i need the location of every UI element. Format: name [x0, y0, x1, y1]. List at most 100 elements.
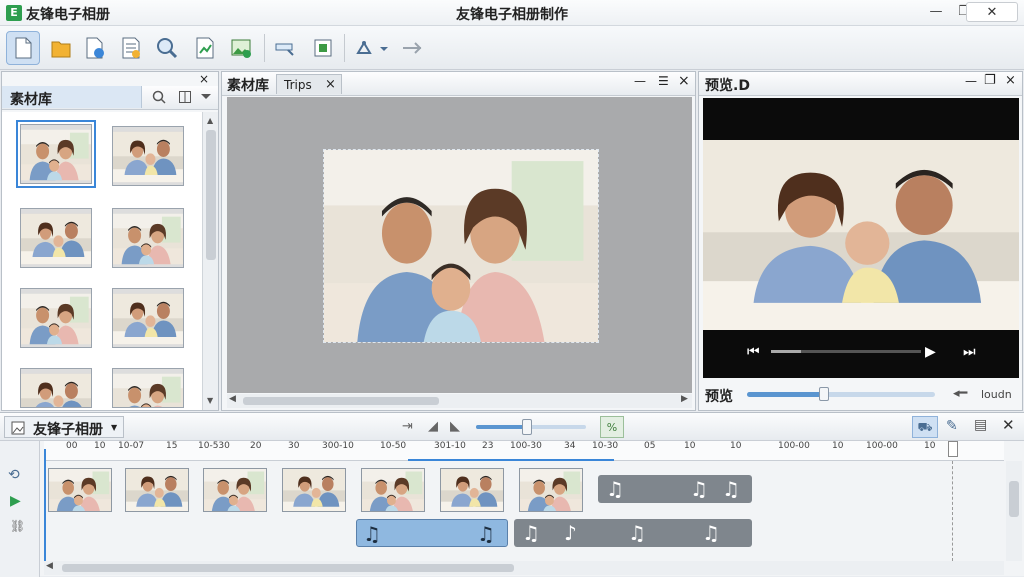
timeline-zoom-slider[interactable] — [476, 419, 586, 435]
scrollbar-thumb[interactable] — [243, 397, 439, 405]
tab-close-icon[interactable]: × — [325, 77, 336, 92]
main-toolbar — [0, 26, 1024, 70]
audio-clip[interactable]: ♫ ♫ ♫ — [598, 475, 752, 503]
tab-material[interactable]: 素材库 — [227, 75, 269, 95]
scrollbar-thumb[interactable] — [1009, 481, 1019, 517]
end-marker[interactable] — [948, 441, 958, 457]
panel-menu-icon[interactable]: ☰ — [658, 74, 669, 88]
selection-range — [408, 459, 614, 461]
audio-clip[interactable]: ♫ ♪ ♫ ♫ — [514, 519, 752, 547]
previous-frame-button[interactable]: ⏮ — [747, 344, 760, 360]
panel-close-button[interactable]: × — [678, 73, 690, 89]
search-button[interactable] — [150, 31, 184, 65]
play-timeline-icon[interactable]: ▶ — [10, 493, 21, 509]
image-button[interactable] — [224, 31, 258, 65]
material-thumbnail[interactable] — [112, 208, 184, 268]
new-document-icon — [15, 37, 32, 59]
export-button[interactable] — [188, 31, 222, 65]
album-icon — [11, 421, 25, 435]
volume-icon[interactable]: ◂━ — [953, 386, 967, 401]
car-icon[interactable]: ⛟ — [912, 416, 938, 438]
material-thumbnail[interactable] — [20, 288, 92, 348]
play-button[interactable]: ▶ — [925, 344, 936, 360]
material-thumbnail[interactable] — [16, 120, 96, 188]
timeline-toolbar: 友锋子相册 ▼ ⇥ ◢ ◣ % ⛟ ✎ ▤ ✕ — [0, 413, 1024, 441]
preview-seek-slider[interactable] — [747, 387, 935, 401]
close-button[interactable]: ✕ — [966, 2, 1018, 22]
scrollbar-thumb[interactable] — [62, 564, 514, 572]
next-frame-button[interactable]: ⏭ — [963, 344, 976, 360]
layout-icon[interactable] — [178, 90, 192, 104]
timeline-project-dropdown[interactable]: 友锋子相册 ▼ — [4, 416, 124, 438]
minimize-panel-button[interactable]: — — [965, 74, 977, 88]
ruler-tick: 15 — [166, 441, 178, 451]
timeline-ruler[interactable]: 00 10 10-07 15 10-530 20 30 300-10 10-50… — [44, 441, 1004, 461]
material-thumbnail[interactable] — [112, 288, 184, 348]
seek-handle[interactable] — [819, 387, 829, 401]
timeline-vertical-scrollbar[interactable] — [1006, 461, 1022, 561]
zoom-button[interactable] — [268, 31, 302, 65]
snap-icon[interactable]: ⇥ — [402, 419, 413, 434]
material-thumbnail[interactable] — [20, 368, 92, 408]
material-scrollbar[interactable]: ▲ ▼ — [202, 112, 218, 410]
scrollbar-thumb[interactable] — [206, 130, 216, 260]
material-thumbnail[interactable] — [112, 368, 184, 408]
scroll-down-icon[interactable]: ▼ — [207, 396, 213, 405]
tab-trips-label: Trips — [284, 78, 312, 92]
timeline-photo-clip[interactable] — [440, 468, 504, 512]
timeline-photo-clip[interactable] — [48, 468, 112, 512]
split-icon[interactable]: ◢ — [428, 419, 438, 434]
timeline-photo-clip[interactable] — [282, 468, 346, 512]
preview-screen[interactable]: ⏮ ▶ ⏭ — [703, 98, 1019, 378]
minimize-panel-button[interactable]: — — [634, 74, 646, 88]
scroll-left-icon[interactable]: ◀ — [229, 394, 236, 404]
settings-icon[interactable]: ▤ — [974, 417, 987, 433]
timeline-photo-clip[interactable] — [361, 468, 425, 512]
restore-panel-button[interactable]: ❐ — [984, 73, 996, 88]
trim-icon[interactable]: ◣ — [450, 419, 460, 434]
capture-button[interactable] — [306, 31, 340, 65]
preview-progress-bar[interactable] — [771, 350, 921, 353]
canvas-horizontal-scrollbar[interactable]: ◀ ▶ — [227, 394, 692, 408]
chevron-down-icon: ▼ — [111, 423, 118, 432]
ruler-tick: 10 — [94, 441, 106, 451]
open-button[interactable] — [44, 31, 78, 65]
ruler-tick: 100-30 — [510, 441, 542, 451]
properties-button[interactable] — [114, 31, 148, 65]
tab-trips[interactable]: Trips × — [276, 74, 342, 94]
refresh-icon[interactable]: ⟲ — [8, 467, 20, 483]
minimize-button[interactable]: — — [922, 2, 950, 22]
fit-timeline-button[interactable]: % — [600, 416, 624, 438]
forward-button[interactable] — [396, 31, 430, 65]
material-thumbnail[interactable] — [20, 208, 92, 268]
zoom-bar-icon — [275, 43, 294, 56]
timeline-photo-clip[interactable] — [203, 468, 267, 512]
timeline-photo-clip[interactable] — [125, 468, 189, 512]
ruler-tick: 10 — [832, 441, 844, 451]
pen-icon[interactable]: ✎ — [946, 418, 958, 434]
scroll-left-icon[interactable]: ◀ — [46, 561, 53, 571]
audio-clip-selected[interactable]: ♫ ♫ — [356, 519, 508, 547]
editing-canvas[interactable] — [227, 97, 692, 393]
scroll-up-icon[interactable]: ▲ — [207, 116, 213, 125]
chevron-down-icon[interactable] — [200, 93, 212, 101]
material-thumbnail[interactable] — [112, 126, 184, 186]
save-as-button[interactable] — [78, 31, 112, 65]
timeline-horizontal-scrollbar[interactable]: ◀ — [44, 561, 1004, 575]
music-note-icon: ♫ — [722, 477, 740, 501]
transform-button[interactable] — [350, 31, 394, 65]
scroll-right-icon[interactable]: ▶ — [681, 394, 688, 404]
canvas-photo[interactable] — [323, 149, 599, 343]
search-icon — [157, 38, 178, 59]
link-icon[interactable]: ⛓ — [10, 519, 25, 533]
preview-title: 预览.D — [705, 78, 750, 94]
editor-tab-bar: 素材库 Trips × — ☰ × — [222, 72, 695, 96]
timeline-photo-clip[interactable] — [519, 468, 583, 512]
timeline-close-button[interactable]: ✕ — [1002, 416, 1015, 434]
search-icon[interactable] — [152, 90, 166, 104]
playhead-marker[interactable] — [44, 449, 46, 461]
panel-close-button[interactable]: × — [1005, 73, 1016, 88]
new-button[interactable] — [6, 31, 40, 65]
zoom-handle[interactable] — [522, 419, 532, 435]
document-globe-icon — [86, 37, 104, 59]
